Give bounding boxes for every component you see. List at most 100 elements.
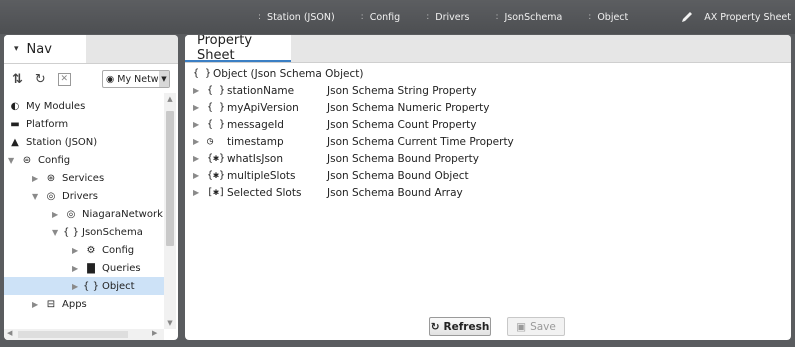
braces-icon: { } bbox=[193, 68, 212, 79]
scroll-left-icon[interactable]: ◀ bbox=[7, 329, 12, 337]
property-type: Json Schema Bound Property bbox=[327, 152, 479, 165]
tab-nav[interactable]: ▾ Nav bbox=[4, 35, 86, 63]
config-gear-icon: ⚙ bbox=[86, 244, 96, 256]
property-name: multipleSlots bbox=[227, 169, 296, 182]
property-type: Json Schema Bound Array bbox=[327, 186, 463, 199]
nav-vertical-scrollbar[interactable]: ▲ ▼ bbox=[164, 93, 176, 329]
tree-item-platform[interactable]: ▬ Platform bbox=[8, 115, 68, 133]
bound-braces-icon: {✱} bbox=[207, 153, 226, 164]
expand-arrow-icon[interactable]: ▶ bbox=[193, 120, 207, 129]
expand-arrow-icon[interactable]: ▶ bbox=[193, 86, 207, 95]
property-row[interactable]: ▶ ◷ timestamp Json Schema Current Time P… bbox=[193, 133, 514, 150]
expand-arrow-icon[interactable]: ▶ bbox=[32, 174, 44, 183]
network-icon: ◎ bbox=[66, 208, 76, 220]
expand-arrow-icon[interactable]: ▶ bbox=[52, 210, 64, 219]
property-name: myApiVersion bbox=[227, 101, 299, 114]
braces-icon: { } bbox=[207, 119, 226, 130]
tree-item-niagaranetwork[interactable]: ▶ ◎ NiagaraNetwork bbox=[52, 205, 163, 223]
save-button-label: Save bbox=[530, 320, 556, 333]
expand-arrow-icon[interactable]: ▼ bbox=[8, 156, 20, 165]
modules-icon: ◐ bbox=[10, 100, 20, 112]
folder-icon: ▇ bbox=[87, 262, 95, 274]
expand-arrow-icon[interactable]: ▶ bbox=[72, 246, 84, 255]
tree-item-apps[interactable]: ▶ ⊟ Apps bbox=[32, 295, 87, 313]
tab-nav-label: Nav bbox=[26, 41, 52, 57]
apps-icon: ⊟ bbox=[46, 298, 56, 310]
expand-arrow-icon[interactable]: ▶ bbox=[193, 137, 207, 146]
property-row[interactable]: ▶ { } messageId Json Schema Count Proper… bbox=[193, 116, 477, 133]
bound-braces-icon: {✱} bbox=[207, 170, 226, 181]
nav-horizontal-scroll-thumb[interactable] bbox=[18, 331, 128, 338]
tree-item-jsonschema-config[interactable]: ▶ ⚙ Config bbox=[72, 241, 134, 259]
property-root-label: Object (Json Schema Object) bbox=[213, 67, 364, 80]
top-bar: : Station (JSON) : Config : Drivers : JsonSc… bbox=[0, 0, 795, 34]
nav-vertical-scroll-thumb[interactable] bbox=[166, 111, 174, 246]
nav-root-select[interactable]: ◉ My Netw ▼ bbox=[102, 70, 170, 88]
close-icon[interactable]: ✕ bbox=[57, 72, 71, 86]
tree-item-my-modules[interactable]: ◐ My Modules bbox=[8, 97, 86, 115]
breadcrumb-item-jsonschema[interactable]: : JsonSchema bbox=[495, 12, 562, 23]
platform-icon: ▬ bbox=[10, 118, 20, 130]
sync-tree-icon[interactable]: ⇅ bbox=[12, 72, 23, 87]
scroll-up-icon[interactable]: ▲ bbox=[164, 95, 176, 103]
refresh-button-label: Refresh bbox=[443, 320, 490, 333]
property-row[interactable]: ▶ { } myApiVersion Json Schema Numeric P… bbox=[193, 99, 490, 116]
property-row[interactable]: ▶ {✱} whatIsJson Json Schema Bound Prope… bbox=[193, 150, 479, 167]
tree-item-jsonschema[interactable]: ▼ { } JsonSchema bbox=[52, 223, 143, 241]
property-row[interactable]: ▶ [✱] Selected Slots Json Schema Bound A… bbox=[193, 184, 463, 201]
scroll-down-icon[interactable]: ▼ bbox=[164, 319, 176, 327]
property-name: timestamp bbox=[227, 135, 284, 148]
tree-item-config[interactable]: ▼ ⊜ Config bbox=[8, 151, 70, 169]
nav-horizontal-scrollbar[interactable]: ◀ ▶ bbox=[4, 329, 164, 340]
tree-item-drivers[interactable]: ▼ ◎ Drivers bbox=[32, 187, 98, 205]
expand-arrow-icon[interactable]: ▶ bbox=[193, 154, 207, 163]
tab-property-sheet[interactable]: Property Sheet bbox=[185, 35, 291, 63]
property-row[interactable]: ▶ {✱} multipleSlots Json Schema Bound Ob… bbox=[193, 167, 469, 184]
breadcrumb: : Station (JSON) : Config : Drivers : JsonSc… bbox=[258, 0, 654, 34]
braces-icon: { } bbox=[207, 102, 226, 113]
expand-arrow-icon[interactable]: ▶ bbox=[193, 188, 207, 197]
braces-icon: { } bbox=[63, 226, 79, 238]
tree-item-services[interactable]: ▶ ⊛ Services bbox=[32, 169, 104, 187]
property-row[interactable]: ▶ { } stationName Json Schema String Pro… bbox=[193, 82, 477, 99]
chevron-down-icon[interactable]: ▾ bbox=[14, 44, 19, 54]
expand-arrow-icon[interactable]: ▶ bbox=[193, 171, 207, 180]
refresh-icon: ↻ bbox=[430, 320, 440, 333]
property-type: Json Schema String Property bbox=[327, 84, 477, 97]
nav-toolbar: ⇅ ↻ ✕ ◉ My Netw ▼ bbox=[4, 64, 178, 94]
breadcrumb-item-config[interactable]: : Config bbox=[361, 12, 401, 23]
bound-array-icon: [✱] bbox=[207, 187, 226, 198]
tree-item-queries[interactable]: ▶ ▇ Queries bbox=[72, 259, 141, 277]
breadcrumb-item-object[interactable]: : Object bbox=[588, 12, 628, 23]
globe-icon: ◉ bbox=[106, 73, 115, 85]
property-root-row[interactable]: { } Object (Json Schema Object) bbox=[193, 65, 363, 82]
expand-arrow-icon[interactable]: ▼ bbox=[32, 192, 44, 201]
nav-root-select-value: My Netw bbox=[117, 73, 159, 85]
sheet-button-bar: ↻ Refresh ▣ Save bbox=[185, 310, 791, 340]
services-icon: ⊛ bbox=[46, 172, 56, 184]
tree-item-object[interactable]: ▶ { } Object bbox=[4, 277, 164, 295]
expand-arrow-icon[interactable]: ▶ bbox=[193, 103, 207, 112]
braces-icon: { } bbox=[83, 280, 99, 292]
save-icon: ▣ bbox=[516, 320, 527, 333]
view-selector[interactable]: AX Property Sheet bbox=[680, 0, 791, 34]
expand-arrow-icon[interactable]: ▶ bbox=[72, 264, 84, 273]
station-icon: ▲ bbox=[11, 136, 19, 148]
chevron-down-icon[interactable]: ▼ bbox=[159, 71, 169, 87]
expand-arrow-icon[interactable]: ▶ bbox=[32, 300, 44, 309]
clock-icon: ◷ bbox=[207, 136, 214, 147]
property-name: messageId bbox=[227, 118, 284, 131]
save-button[interactable]: ▣ Save bbox=[507, 317, 565, 336]
pencil-icon bbox=[682, 12, 693, 22]
braces-icon: { } bbox=[207, 85, 226, 96]
refresh-icon[interactable]: ↻ bbox=[35, 72, 46, 87]
property-name: stationName bbox=[227, 84, 295, 97]
scroll-right-icon[interactable]: ▶ bbox=[152, 329, 157, 337]
breadcrumb-item-station[interactable]: : Station (JSON) bbox=[258, 12, 335, 23]
refresh-button[interactable]: ↻ Refresh bbox=[429, 317, 491, 336]
tree-item-station[interactable]: ▲ Station (JSON) bbox=[8, 133, 97, 151]
property-type: Json Schema Bound Object bbox=[327, 169, 469, 182]
property-type: Json Schema Numeric Property bbox=[327, 101, 490, 114]
breadcrumb-item-drivers[interactable]: : Drivers bbox=[426, 12, 469, 23]
property-type: Json Schema Count Property bbox=[327, 118, 477, 131]
